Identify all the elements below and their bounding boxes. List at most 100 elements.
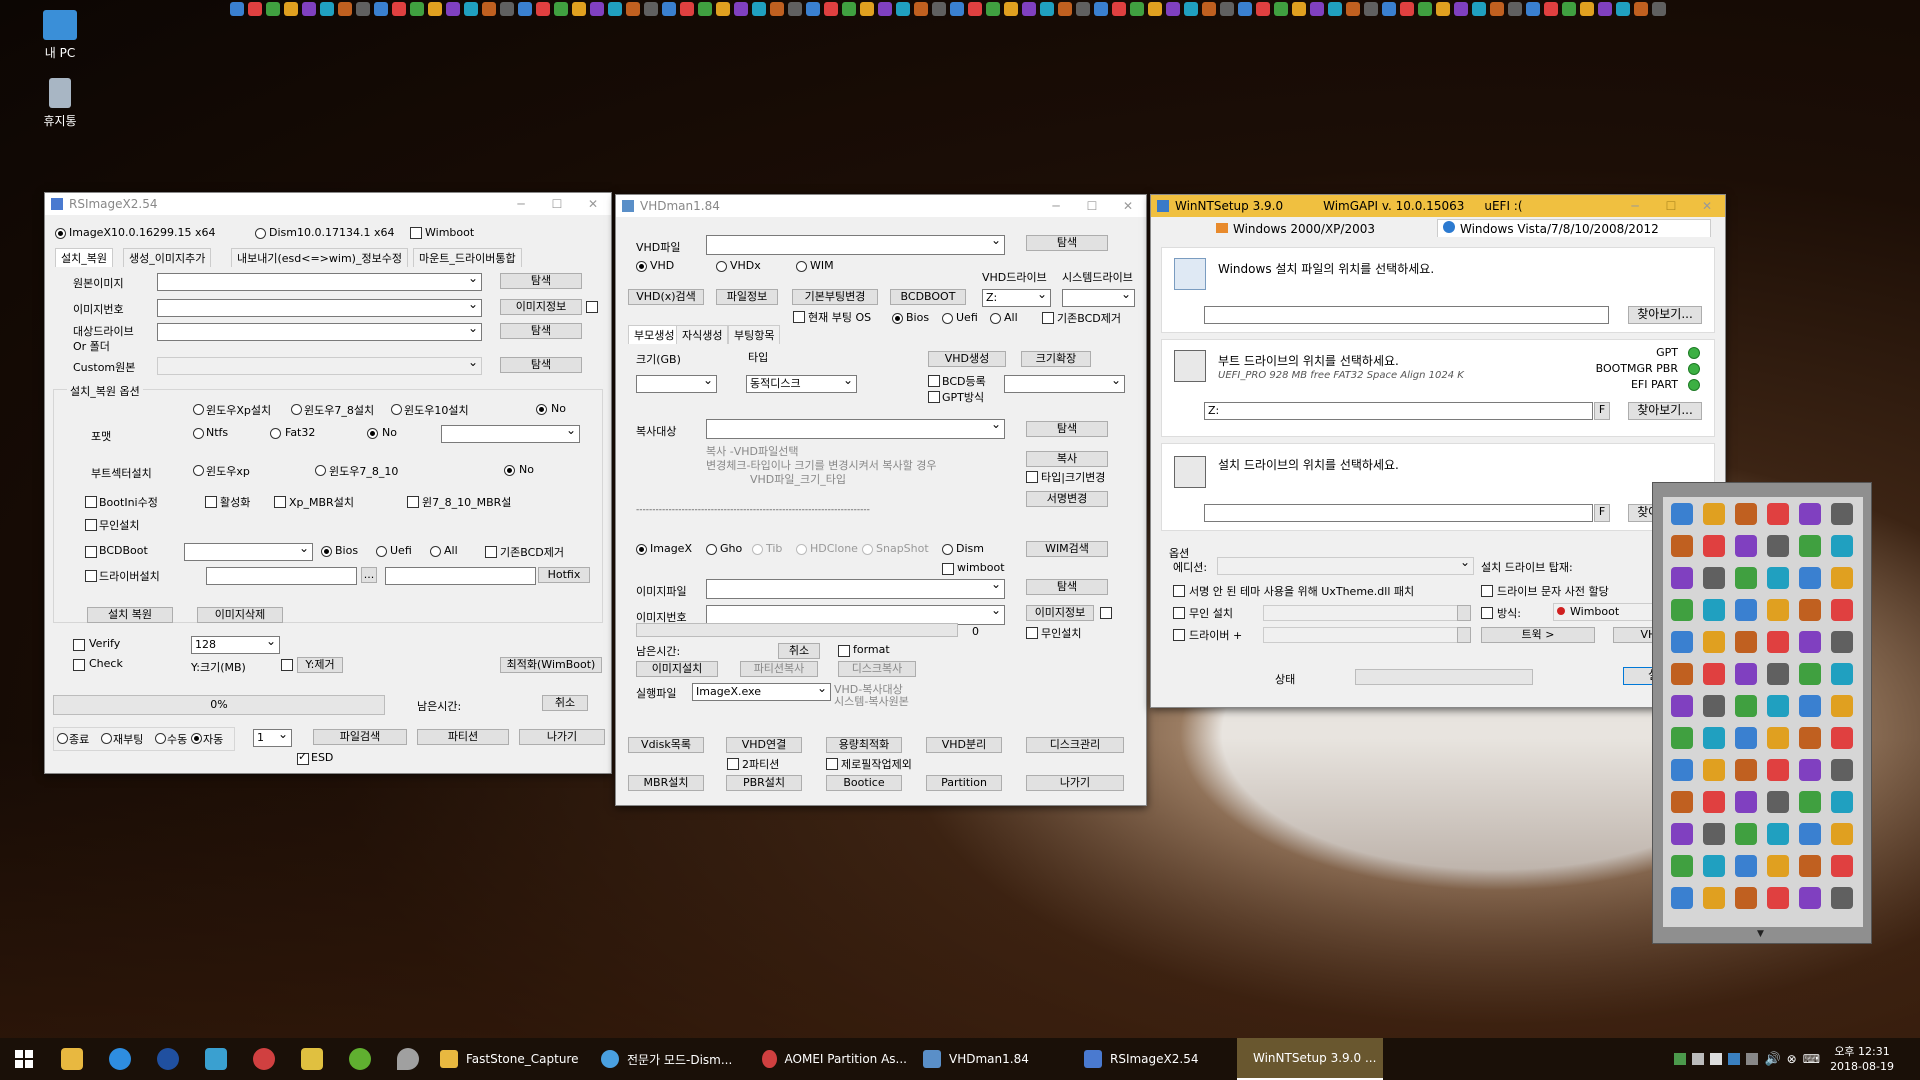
launcher-app-icon[interactable]: [1735, 599, 1757, 621]
launcher-app-icon[interactable]: [1703, 855, 1725, 877]
wimboot-checkbox[interactable]: [942, 563, 954, 575]
quick-launch-icon[interactable]: [824, 2, 838, 16]
taskbar-item-winntsetup[interactable]: WinNTSetup 3.9.0 ...: [1237, 1038, 1383, 1080]
tab-mount[interactable]: 마운트_드라이버통합: [413, 248, 522, 267]
driver-path-input[interactable]: [206, 567, 357, 585]
opt-78-radio[interactable]: [291, 404, 302, 415]
bcd-remove-checkbox[interactable]: [1042, 312, 1054, 324]
launcher-app-icon[interactable]: [1799, 823, 1821, 845]
engine-gho-radio[interactable]: [706, 544, 717, 555]
quick-launch-icon[interactable]: [446, 2, 460, 16]
launcher-app-icon[interactable]: [1735, 663, 1757, 685]
launcher-app-icon[interactable]: [1767, 535, 1789, 557]
target-drive-select[interactable]: [157, 323, 482, 341]
exit-button[interactable]: 나가기: [1026, 775, 1124, 791]
tray-network-icon[interactable]: [1692, 1053, 1705, 1065]
install-files-input[interactable]: [1204, 306, 1609, 324]
boot-uefi-radio[interactable]: [942, 313, 953, 324]
partition-button[interactable]: Partition: [926, 775, 1002, 791]
launcher-app-icon[interactable]: [1831, 535, 1853, 557]
launcher-app-icon[interactable]: [1735, 631, 1757, 653]
image-file-select[interactable]: [706, 579, 1005, 599]
launcher-app-icon[interactable]: [1799, 759, 1821, 781]
format-no-radio[interactable]: [367, 428, 378, 439]
browse-source-button[interactable]: 탐색: [500, 273, 582, 289]
install-drive-input[interactable]: [1204, 504, 1593, 522]
quick-launch-icon[interactable]: [1364, 2, 1378, 16]
format-fs-select[interactable]: [441, 425, 580, 443]
tab-parent-create[interactable]: 부모생성: [628, 325, 681, 344]
engine-tib-radio[interactable]: [752, 544, 763, 555]
launcher-app-icon[interactable]: [1799, 695, 1821, 717]
pinned-app-leaf[interactable]: [336, 1038, 384, 1080]
launcher-app-icon[interactable]: [1735, 567, 1757, 589]
reboot-radio[interactable]: [101, 733, 112, 744]
launcher-app-icon[interactable]: [1703, 631, 1725, 653]
keyboard-lang-icon[interactable]: ⌨: [1803, 1052, 1820, 1066]
minimize-button[interactable]: ─: [1617, 199, 1653, 213]
browse-custom-button[interactable]: 탐색: [500, 357, 582, 373]
quick-launch-icon[interactable]: [590, 2, 604, 16]
driver-install-checkbox[interactable]: [85, 570, 97, 582]
desktop-icon-mypc[interactable]: 내 PC: [20, 6, 100, 61]
tab-export[interactable]: 내보내기(esd<=>wim)_정보수정: [231, 248, 408, 267]
launcher-app-icon[interactable]: [1831, 663, 1853, 685]
launcher-app-icon[interactable]: [1831, 759, 1853, 781]
launcher-app-icon[interactable]: [1799, 503, 1821, 525]
tray-app-icon[interactable]: [1674, 1053, 1687, 1065]
launcher-app-icon[interactable]: [1735, 695, 1757, 717]
quick-launch-icon[interactable]: [1382, 2, 1396, 16]
launcher-app-icon[interactable]: [1671, 567, 1693, 589]
quick-launch-icon[interactable]: [1508, 2, 1522, 16]
launcher-app-icon[interactable]: [1831, 631, 1853, 653]
quick-launch-icon[interactable]: [896, 2, 910, 16]
bcd-all-radio[interactable]: [430, 546, 441, 557]
close-button[interactable]: ✕: [1110, 199, 1146, 213]
launcher-app-icon[interactable]: [1767, 887, 1789, 909]
quick-launch-icon[interactable]: [662, 2, 676, 16]
quick-launch-icon[interactable]: [1634, 2, 1648, 16]
quick-launch-icon[interactable]: [1652, 2, 1666, 16]
optimize-wimboot-button[interactable]: 최적화(WimBoot): [500, 657, 602, 673]
vhd-create-button[interactable]: VHD생성: [928, 351, 1006, 367]
quick-launch-icon[interactable]: [986, 2, 1000, 16]
copy-button[interactable]: 복사: [1026, 451, 1108, 467]
engine-dism-radio[interactable]: [942, 544, 953, 555]
resize-type-checkbox[interactable]: [1026, 471, 1038, 483]
launcher-app-icon[interactable]: [1671, 599, 1693, 621]
driver-plus-checkbox[interactable]: [1173, 629, 1185, 641]
uxtheme-checkbox[interactable]: [1173, 585, 1185, 597]
expand-button[interactable]: 크기확장: [1021, 351, 1091, 367]
bcd-register-checkbox[interactable]: [928, 375, 940, 387]
launcher-app-icon[interactable]: [1671, 855, 1693, 877]
quick-launch-icon[interactable]: [1526, 2, 1540, 16]
launcher-app-icon[interactable]: [1831, 855, 1853, 877]
launcher-app-icon[interactable]: [1767, 663, 1789, 685]
launcher-app-icon[interactable]: [1831, 791, 1853, 813]
quick-launch-icon[interactable]: [752, 2, 766, 16]
launcher-app-icon[interactable]: [1767, 567, 1789, 589]
quick-launch-icon[interactable]: [1562, 2, 1576, 16]
wim-search-button[interactable]: WIM검색: [1026, 541, 1108, 557]
launcher-app-icon[interactable]: [1799, 535, 1821, 557]
quick-launch-icon[interactable]: [716, 2, 730, 16]
launcher-app-icon[interactable]: [1767, 599, 1789, 621]
current-boot-checkbox[interactable]: [793, 311, 805, 323]
boot-bios-radio[interactable]: [892, 313, 903, 324]
quick-launch-icon[interactable]: [1130, 2, 1144, 16]
driver-path-input[interactable]: [1263, 627, 1458, 643]
exec-select[interactable]: ImageX.exe: [692, 683, 831, 701]
quick-launch-icon[interactable]: [1202, 2, 1216, 16]
copy-target-select[interactable]: [706, 419, 1005, 439]
volume-icon[interactable]: 🔊: [1764, 1052, 1780, 1067]
quick-launch-icon[interactable]: [266, 2, 280, 16]
quick-launch-icon[interactable]: [1112, 2, 1126, 16]
edition-select[interactable]: [1217, 557, 1474, 575]
y-remove-button[interactable]: Y:제거: [297, 657, 343, 673]
file-search-button[interactable]: 파일검색: [313, 729, 407, 745]
image-install-button[interactable]: 이미지설치: [636, 661, 718, 677]
launcher-app-icon[interactable]: [1831, 695, 1853, 717]
dism-radio[interactable]: [255, 228, 266, 239]
boot-xp-radio[interactable]: [193, 465, 204, 476]
count-select[interactable]: 1: [253, 729, 292, 747]
